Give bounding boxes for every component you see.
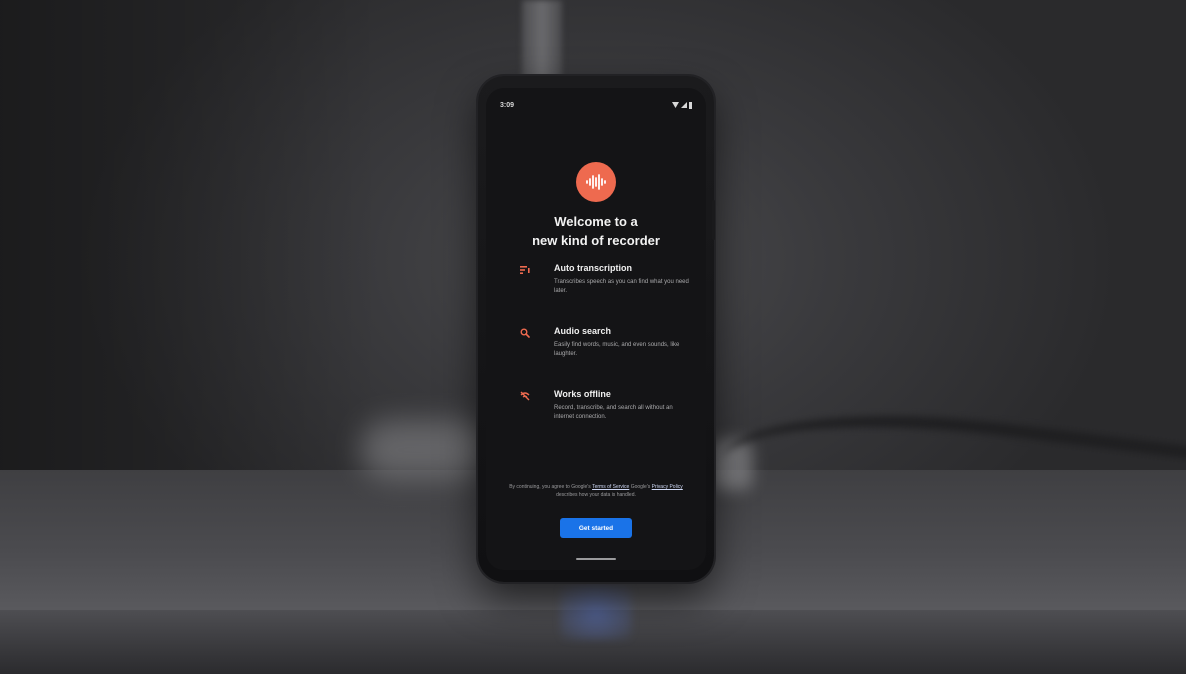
feature-title: Works offline — [554, 389, 611, 399]
legal-middle: Google's — [630, 484, 651, 490]
feature-auto-transcription: Auto transcription Transcribes speech as… — [520, 263, 692, 296]
feature-audio-search: Audio search Easily find words, music, a… — [520, 326, 692, 359]
status-bar: 3:09 — [500, 98, 692, 112]
legal-notice: By continuing, you agree to Google's Ter… — [498, 483, 694, 499]
feature-title: Auto transcription — [554, 263, 632, 273]
feature-title: Audio search — [554, 326, 612, 336]
waveform-icon — [586, 174, 606, 190]
battery-icon — [689, 101, 692, 109]
signal-icon — [681, 102, 687, 108]
feature-description: Record, transcribe, and search all witho… — [554, 405, 673, 420]
phone-screen: 3:09 Welcome to a new kind of recorder A… — [486, 88, 706, 570]
legal-suffix: describes how your data is handled. — [556, 492, 636, 498]
gesture-navigation-bar[interactable] — [576, 558, 616, 560]
background-object — [360, 420, 490, 480]
legal-prefix: By continuing, you agree to Google's — [509, 484, 591, 490]
screen-reflection — [560, 585, 632, 640]
privacy-policy-link[interactable]: Privacy Policy — [652, 484, 683, 490]
welcome-title: Welcome to a new kind of recorder — [486, 212, 706, 250]
recorder-app-icon — [576, 162, 616, 202]
status-icons — [672, 101, 692, 109]
welcome-title-line1: Welcome to a — [554, 214, 638, 229]
feature-description: Transcribes speech as you can find what … — [554, 279, 689, 294]
phone: 3:09 Welcome to a new kind of recorder A… — [478, 76, 714, 582]
wifi-icon — [672, 102, 679, 108]
phone-side-button — [712, 200, 715, 240]
get-started-button[interactable]: Get started — [560, 518, 632, 538]
photo-scene: 3:09 Welcome to a new kind of recorder A… — [0, 0, 1186, 674]
terms-of-service-link[interactable]: Terms of Service — [592, 484, 629, 490]
search-icon — [520, 328, 530, 338]
feature-description: Easily find words, music, and even sound… — [554, 342, 680, 357]
welcome-title-line2: new kind of recorder — [532, 233, 660, 248]
transcription-icon — [520, 265, 530, 275]
status-time: 3:09 — [500, 101, 515, 109]
feature-works-offline: Works offline Record, transcribe, and se… — [520, 389, 692, 422]
offline-icon — [520, 391, 530, 401]
